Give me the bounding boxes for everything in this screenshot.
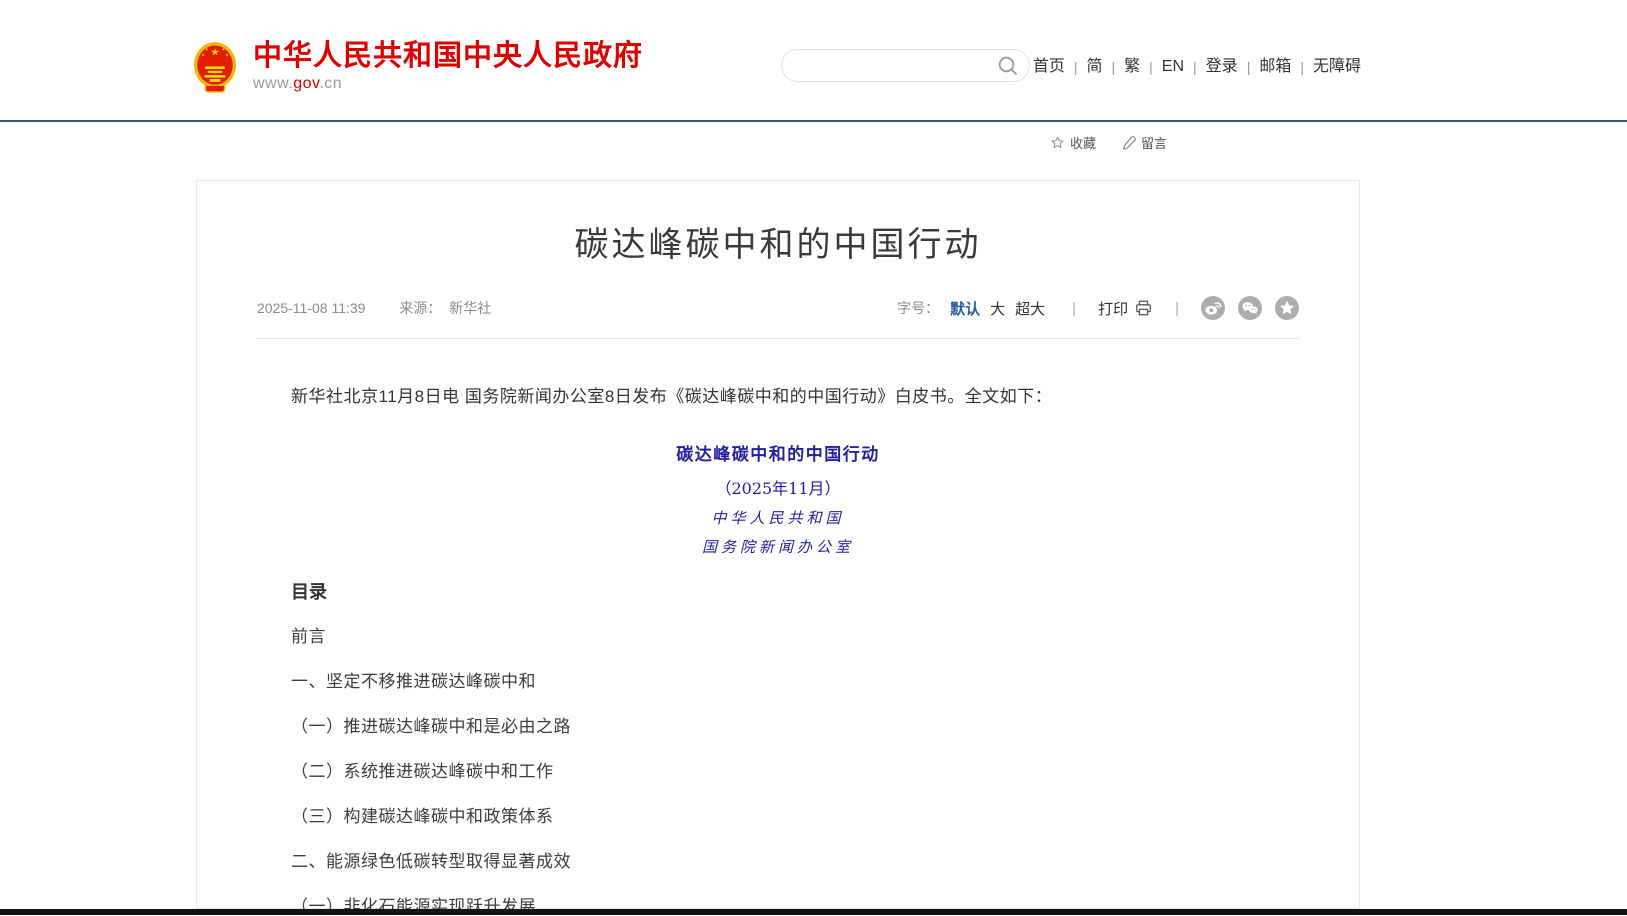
toc-item: 二、能源绿色低碳转型取得显著成效 <box>291 852 1299 871</box>
print-label: 打印 <box>1098 298 1128 319</box>
font-size-large-button[interactable]: 大 <box>990 298 1005 319</box>
site-identity: 中华人民共和国中央人民政府 www.gov.cn <box>253 40 643 93</box>
source-label: 来源： <box>399 300 441 316</box>
document-date: （2025年11月） <box>257 480 1299 497</box>
document-heading-block: 碳达峰碳中和的中国行动 （2025年11月） 中华人民共和国 国务院新闻办公室 <box>257 445 1299 555</box>
toc-item: 前言 <box>291 627 1299 646</box>
site-title: 中华人民共和国中央人民政府 <box>253 40 643 72</box>
nav-item-english[interactable]: EN <box>1153 56 1193 78</box>
favorite-share-icon[interactable] <box>1275 296 1299 320</box>
favorite-link[interactable]: 收藏 <box>1050 133 1096 152</box>
toc-item: 一、坚定不移推进碳达峰碳中和 <box>291 672 1299 691</box>
favorite-label: 收藏 <box>1070 133 1096 152</box>
document-issuer-line2: 国务院新闻办公室 <box>257 539 1299 555</box>
nav-item-mail[interactable]: 邮箱 <box>1250 56 1300 78</box>
toc-item: （二）系统推进碳达峰碳中和工作 <box>291 762 1299 781</box>
comment-link[interactable]: 留言 <box>1122 133 1167 152</box>
window-bottom-edge <box>0 909 1627 915</box>
search-box <box>781 49 1030 82</box>
search-icon[interactable] <box>997 55 1019 77</box>
pencil-icon <box>1122 136 1136 150</box>
comment-label: 留言 <box>1141 133 1167 152</box>
meta-separator: | <box>1072 300 1076 317</box>
national-emblem-icon <box>192 40 238 94</box>
article-title: 碳达峰碳中和的中国行动 <box>257 225 1299 265</box>
site-header: 中华人民共和国中央人民政府 www.gov.cn 首页 | 简 | 繁 | EN… <box>0 0 1627 122</box>
article-meta-left: 2025-11-08 11:39 来源： 新华社 <box>257 298 491 318</box>
toc-item: （三）构建碳达峰碳中和政策体系 <box>291 807 1299 826</box>
toc-heading: 目录 <box>291 582 1299 602</box>
top-nav: 首页 | 简 | 繁 | EN | 登录 | 邮箱 | 无障碍 <box>1024 56 1370 78</box>
printer-icon <box>1134 299 1153 317</box>
lead-paragraph: 新华社北京11月8日电 国务院新闻办公室8日发布《碳达峰碳中和的中国行动》白皮书… <box>257 387 1299 407</box>
nav-item-login[interactable]: 登录 <box>1197 56 1247 78</box>
meta-divider <box>257 338 1299 339</box>
site-logo-link[interactable]: 中华人民共和国中央人民政府 www.gov.cn <box>192 40 643 94</box>
wechat-share-icon[interactable] <box>1238 296 1262 320</box>
source-value[interactable]: 新华社 <box>449 300 491 316</box>
search-input[interactable] <box>798 50 997 81</box>
document-issuer-line1: 中华人民共和国 <box>257 510 1299 526</box>
print-button[interactable]: 打印 <box>1098 298 1153 319</box>
star-outline-icon <box>1050 135 1065 150</box>
site-url: www.gov.cn <box>253 75 643 93</box>
article-meta-row: 2025-11-08 11:39 来源： 新华社 字号： 默认 大 超大 | 打… <box>257 297 1299 319</box>
nav-item-home[interactable]: 首页 <box>1024 56 1074 78</box>
meta-separator: | <box>1175 300 1179 317</box>
nav-item-simplified[interactable]: 简 <box>1077 56 1111 78</box>
page-actions: 收藏 留言 <box>1050 133 1167 152</box>
nav-item-accessibility[interactable]: 无障碍 <box>1304 56 1370 78</box>
document-title: 碳达峰碳中和的中国行动 <box>257 445 1299 465</box>
nav-item-traditional[interactable]: 繁 <box>1115 56 1149 78</box>
font-size-default-button[interactable]: 默认 <box>950 298 980 319</box>
article-meta-right: 字号： 默认 大 超大 | 打印 | <box>897 296 1299 320</box>
weibo-share-icon[interactable] <box>1201 296 1225 320</box>
toc-item: （一）推进碳达峰碳中和是必由之路 <box>291 717 1299 736</box>
publish-datetime: 2025-11-08 11:39 <box>257 300 365 316</box>
share-icons <box>1201 296 1299 320</box>
font-size-label: 字号： <box>897 298 939 318</box>
table-of-contents: 目录 前言 一、坚定不移推进碳达峰碳中和 （一）推进碳达峰碳中和是必由之路 （二… <box>291 582 1299 916</box>
font-size-xlarge-button[interactable]: 超大 <box>1015 298 1045 319</box>
article-card: 碳达峰碳中和的中国行动 2025-11-08 11:39 来源： 新华社 字号：… <box>196 180 1360 909</box>
